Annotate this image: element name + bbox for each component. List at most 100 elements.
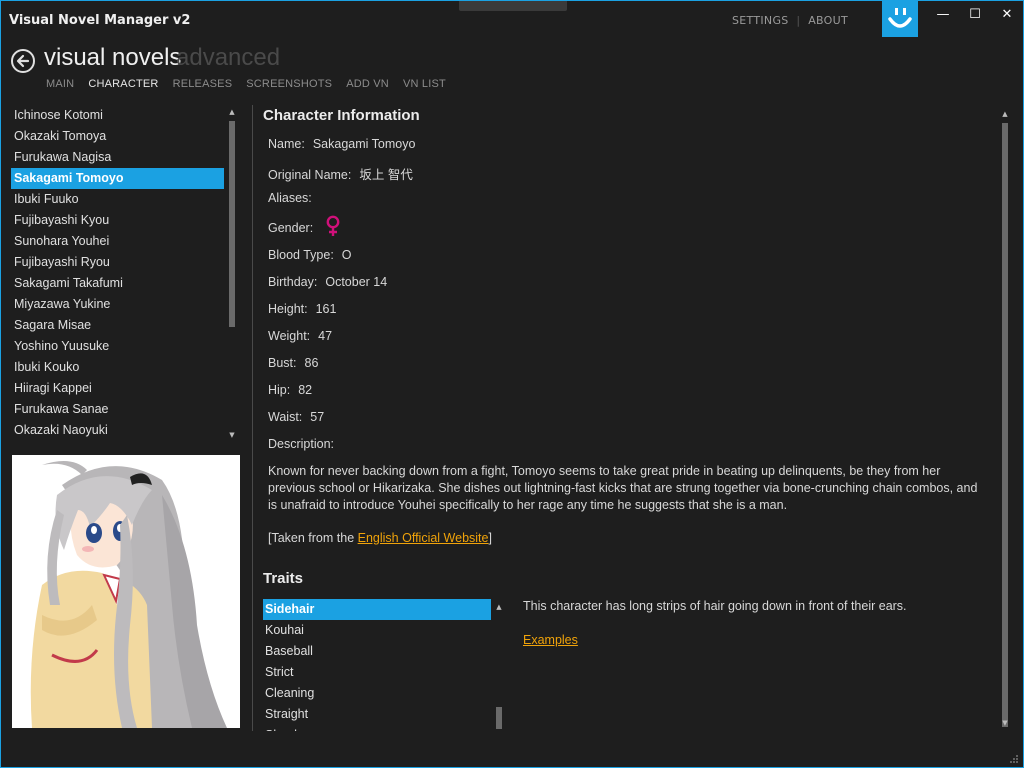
- scroll-down-icon[interactable]: ▼: [1001, 719, 1009, 727]
- description-text: Known for never backing down from a figh…: [268, 464, 978, 512]
- list-item[interactable]: Straight: [263, 704, 491, 725]
- original-name-field: Original Name: 坂上 智代: [268, 164, 413, 183]
- list-item[interactable]: Furukawa Nagisa: [11, 147, 224, 168]
- weight-value: 47: [318, 329, 333, 343]
- character-info-title: Character Information: [263, 107, 420, 124]
- list-item[interactable]: Yoshino Yuusuke: [11, 336, 224, 357]
- blood-type-field: Blood Type: O: [268, 248, 352, 262]
- aliases-label: Aliases:: [268, 191, 312, 205]
- hip-field: Hip: 82: [268, 383, 312, 397]
- minimize-button[interactable]: —: [931, 5, 955, 25]
- weight-field: Weight: 47: [268, 329, 332, 343]
- source-line: [Taken from the English Official Website…: [268, 531, 492, 545]
- app-window: Visual Novel Manager v2 SETTINGS | ABOUT…: [0, 0, 1024, 768]
- list-item[interactable]: Hiiragi Kappei: [11, 378, 224, 399]
- bust-value: 86: [304, 356, 319, 370]
- traits-list[interactable]: Sidehair Kouhai Baseball Strict Cleaning Stra…: [263, 599, 491, 731]
- page-title: visual novels: [44, 44, 182, 71]
- list-item[interactable]: Baseball: [263, 641, 491, 662]
- birthday-label: Birthday:: [268, 275, 318, 289]
- source-prefix: [Taken from the: [268, 531, 358, 545]
- blood-type-label: Blood Type:: [268, 248, 334, 262]
- examples-link[interactable]: Examples: [523, 633, 578, 647]
- scroll-up-icon[interactable]: ▲: [1001, 110, 1009, 118]
- drag-handle[interactable]: [459, 1, 567, 11]
- birthday-field: Birthday: October 14: [268, 275, 387, 289]
- main-scrollbar[interactable]: ▲ ▼: [999, 105, 1011, 731]
- hip-value: 82: [298, 383, 313, 397]
- trait-description: This character has long strips of hair g…: [523, 599, 907, 613]
- list-item[interactable]: Sagara Misae: [11, 315, 224, 336]
- list-item[interactable]: Strict: [263, 662, 491, 683]
- waist-label: Waist:: [268, 410, 303, 424]
- top-links-separator: |: [796, 14, 801, 27]
- list-item[interactable]: Ibuki Kouko: [11, 357, 224, 378]
- name-value: Sakagami Tomoyo: [312, 137, 416, 151]
- list-item[interactable]: Okazaki Tomoya: [11, 126, 224, 147]
- list-item[interactable]: Slender: [263, 725, 491, 731]
- birthday-value: October 14: [325, 275, 388, 289]
- bust-label: Bust:: [268, 356, 297, 370]
- list-item[interactable]: Sidehair: [263, 599, 491, 620]
- list-item[interactable]: Miyazawa Yukine: [11, 294, 224, 315]
- tab-vn-list[interactable]: VN LIST: [403, 78, 446, 90]
- original-name-label: Original Name:: [268, 168, 352, 182]
- tab-add-vn[interactable]: ADD VN: [346, 78, 389, 90]
- scroll-thumb[interactable]: [496, 707, 502, 729]
- height-label: Height:: [268, 302, 308, 316]
- panel-divider: [252, 105, 253, 731]
- name-field: Name: Sakagami Tomoyo: [268, 137, 415, 151]
- hip-label: Hip:: [268, 383, 291, 397]
- maximize-button[interactable]: ☐: [963, 5, 987, 25]
- arrow-left-icon: [16, 54, 30, 68]
- female-symbol-icon: [325, 215, 341, 240]
- list-item[interactable]: Cleaning: [263, 683, 491, 704]
- scroll-up-icon[interactable]: ▲: [228, 108, 236, 116]
- settings-link[interactable]: SETTINGS: [732, 14, 789, 27]
- tab-releases[interactable]: RELEASES: [173, 78, 233, 90]
- traits-scrollbar[interactable]: ▲: [493, 599, 505, 731]
- height-field: Height: 161: [268, 302, 336, 316]
- scroll-thumb[interactable]: [1002, 123, 1008, 727]
- page-subtitle: advanced: [176, 44, 281, 71]
- list-item[interactable]: Kouhai: [263, 620, 491, 641]
- original-name-value: 坂上 智代: [359, 168, 413, 182]
- weight-label: Weight:: [268, 329, 311, 343]
- list-item[interactable]: Ichinose Kotomi: [11, 105, 224, 126]
- height-value: 161: [315, 302, 337, 316]
- waist-field: Waist: 57: [268, 410, 324, 424]
- source-suffix: ]: [488, 531, 492, 545]
- nav-tabs: MAIN CHARACTER RELEASES SCREENSHOTS ADD …: [46, 78, 446, 90]
- gender-field: Gender:: [268, 215, 341, 240]
- close-button[interactable]: ✕: [995, 5, 1019, 25]
- scroll-down-icon[interactable]: ▼: [228, 431, 236, 439]
- list-item[interactable]: Furukawa Sanae: [11, 399, 224, 420]
- tab-main[interactable]: MAIN: [46, 78, 74, 90]
- character-list[interactable]: Ichinose Kotomi Okazaki Tomoya Furukawa Na…: [11, 105, 224, 443]
- official-website-link[interactable]: English Official Website: [358, 531, 489, 545]
- resize-grip-icon[interactable]: [1009, 753, 1019, 763]
- list-item[interactable]: Sakagami Takafumi: [11, 273, 224, 294]
- smiley-icon[interactable]: [882, 1, 918, 37]
- description-label: Description:: [268, 437, 334, 451]
- top-links: SETTINGS | ABOUT: [732, 14, 848, 27]
- list-item[interactable]: Ibuki Fuuko: [11, 189, 224, 210]
- tab-screenshots[interactable]: SCREENSHOTS: [246, 78, 332, 90]
- back-button[interactable]: [11, 49, 35, 73]
- scroll-up-icon[interactable]: ▲: [495, 603, 503, 611]
- about-link[interactable]: ABOUT: [808, 14, 848, 27]
- gender-label: Gender:: [268, 220, 314, 235]
- character-list-scrollbar[interactable]: ▲ ▼: [226, 105, 238, 443]
- list-item[interactable]: Fujibayashi Ryou: [11, 252, 224, 273]
- list-item[interactable]: Sunohara Youhei: [11, 231, 224, 252]
- aliases-field: Aliases:: [268, 191, 320, 205]
- bust-field: Bust: 86: [268, 356, 318, 370]
- scroll-thumb[interactable]: [229, 121, 235, 327]
- list-item[interactable]: Fujibayashi Kyou: [11, 210, 224, 231]
- list-item[interactable]: Sakagami Tomoyo: [11, 168, 224, 189]
- tab-character[interactable]: CHARACTER: [88, 78, 158, 90]
- list-item[interactable]: Okazaki Naoyuki: [11, 420, 224, 441]
- blood-type-value: O: [341, 248, 352, 262]
- traits-title: Traits: [263, 570, 304, 587]
- waist-value: 57: [310, 410, 325, 424]
